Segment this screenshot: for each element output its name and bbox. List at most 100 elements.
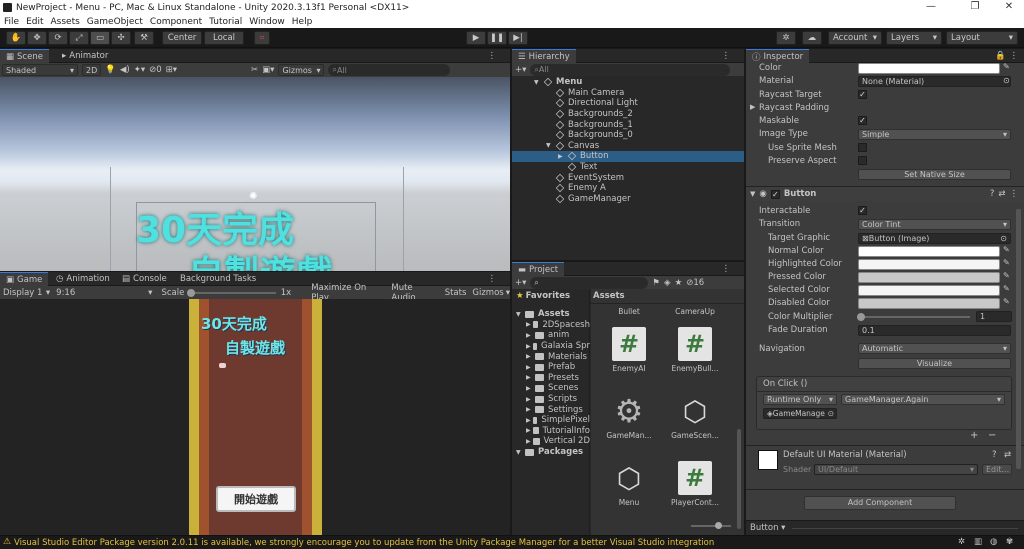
gizmos-dropdown[interactable]: Gizmos ▾ — [278, 64, 325, 76]
transition-dropdown[interactable]: Color Tint ▾ — [858, 219, 1011, 230]
eyedropper-icon[interactable]: ✎ — [1003, 62, 1010, 71]
hierarchy-item[interactable]: GameManager — [512, 194, 744, 205]
filter-type-icon[interactable]: ⚑ — [652, 278, 660, 288]
chevron-down-icon[interactable]: ▼ — [516, 311, 523, 318]
add-icon[interactable]: +▾ — [515, 278, 526, 288]
eyedropper-icon[interactable]: ✎ — [1003, 284, 1010, 293]
hand-tool-icon[interactable]: ✋ — [6, 31, 26, 45]
chevron-down-icon[interactable]: ▼ — [534, 79, 542, 86]
layout-dropdown[interactable]: Layout ▾ — [946, 31, 1018, 45]
game-gizmos-dropdown[interactable]: Gizmos — [472, 288, 503, 298]
stats-toggle[interactable]: Stats — [445, 288, 467, 298]
add-event-button[interactable]: + — [970, 430, 978, 441]
step-icon[interactable]: ▶| — [508, 31, 528, 45]
light-icon[interactable]: 💡 — [105, 65, 116, 75]
interactable-checkbox[interactable]: ✓ — [858, 206, 867, 215]
button-component-header[interactable]: ▼ ◉ ✓ Button ? ⇄ ⋮ — [746, 187, 1024, 201]
preserve-aspect-checkbox[interactable] — [858, 156, 867, 165]
eyedropper-icon[interactable]: ✎ — [1003, 297, 1010, 306]
minimize-button[interactable]: — — [916, 1, 946, 12]
close-button[interactable]: ✕ — [994, 1, 1024, 12]
edit-shader-button[interactable]: Edit... — [982, 464, 1012, 475]
audio-icon[interactable]: ◀) — [120, 65, 130, 75]
tab-scene[interactable]: ▦ Scene — [0, 49, 49, 63]
chevron-right-icon[interactable]: ▶ — [526, 343, 531, 350]
progress-icon[interactable]: ✲ — [958, 537, 965, 547]
game-viewport[interactable]: 30天完成 自製遊戲 開始遊戲 — [0, 299, 510, 535]
scene-viewport[interactable]: 30天完成 自製遊戲 ✺ — [0, 77, 510, 271]
runtime-dropdown[interactable]: Runtime Only ▾ — [763, 394, 837, 405]
chevron-right-icon[interactable]: ▶ — [526, 438, 531, 445]
chevron-right-icon[interactable]: ▶ — [558, 153, 566, 160]
menu-component[interactable]: Component — [150, 17, 202, 27]
tab-console[interactable]: ▤ Console — [116, 272, 173, 286]
display-dropdown[interactable]: Display 1 ▾ — [0, 288, 53, 298]
event-target-field[interactable]: ◈GameManage ⊙ — [763, 408, 837, 419]
asset-scrollbar[interactable] — [737, 429, 741, 529]
filter-label-icon[interactable]: ◈ — [664, 278, 671, 288]
visualize-button[interactable]: Visualize — [858, 358, 1011, 369]
add-icon[interactable]: +▾ — [515, 65, 526, 75]
shading-dropdown[interactable]: Shaded ▾ — [2, 64, 78, 76]
use-sprite-mesh-checkbox[interactable] — [858, 143, 867, 152]
asset-bullet[interactable]: Bullet — [601, 307, 657, 316]
project-folder-item[interactable]: ▼ Assets — [512, 309, 590, 320]
camera-icon[interactable]: ▣▾ — [262, 65, 274, 75]
tab-animator[interactable]: ▸ Animator — [56, 49, 114, 63]
function-dropdown[interactable]: GameManager.Again ▾ — [841, 394, 1005, 405]
preset-icon[interactable]: ⇄ — [998, 189, 1005, 199]
chevron-right-icon[interactable]: ▶ — [526, 396, 533, 403]
asset-cameraup[interactable]: CameraUp — [667, 307, 723, 316]
cache-icon[interactable]: ▥ — [974, 537, 982, 547]
chevron-right-icon[interactable]: ▶ — [526, 321, 531, 328]
color-multiplier-slider[interactable] — [860, 316, 970, 318]
rotate-tool-icon[interactable]: ⟳ — [48, 31, 68, 45]
project-folder-item[interactable]: ▶ Materials — [512, 351, 590, 362]
hierarchy-item[interactable]: EventSystem — [512, 172, 744, 183]
color-multiplier-value[interactable]: 1 — [976, 311, 1012, 322]
hierarchy-item[interactable]: ▶ Button — [512, 151, 744, 162]
project-folder-item[interactable]: ▼ Packages — [512, 447, 590, 458]
help-icon[interactable]: ? — [990, 189, 995, 199]
move-tool-icon[interactable]: ✥ — [27, 31, 47, 45]
menu-assets[interactable]: Assets — [51, 17, 80, 27]
tab-hierarchy[interactable]: ☰ Hierarchy — [512, 49, 576, 63]
aspect-dropdown[interactable]: 9:16 ▾ — [53, 288, 155, 298]
zoom-slider[interactable] — [691, 525, 731, 527]
chevron-down-icon[interactable]: ▼ — [546, 142, 554, 149]
selected-color-field[interactable] — [858, 285, 1000, 296]
eyedropper-icon[interactable]: ✎ — [1003, 245, 1010, 254]
hierarchy-item[interactable]: Directional Light — [512, 98, 744, 109]
eyedropper-icon[interactable]: ✎ — [1003, 271, 1010, 280]
custom-tool-icon[interactable]: ⚒ — [134, 31, 154, 45]
menu-window[interactable]: Window — [249, 17, 285, 27]
chevron-right-icon[interactable]: ▶ — [526, 385, 533, 392]
status-message[interactable]: Visual Studio Editor Package version 2.0… — [14, 538, 714, 548]
disabled-color-field[interactable] — [858, 298, 1000, 309]
pressed-color-field[interactable] — [858, 272, 1000, 283]
tab-project[interactable]: ▬ Project — [512, 262, 565, 276]
component-menu-icon[interactable]: ⋮ — [1010, 189, 1019, 199]
image-type-dropdown[interactable]: Simple ▾ — [858, 129, 1011, 140]
project-folder-item[interactable]: ▶ Scripts — [512, 394, 590, 405]
tab-inspector[interactable]: ⓘ Inspector — [746, 49, 810, 63]
fade-duration-input[interactable]: 0.1 — [858, 325, 1011, 336]
chevron-right-icon[interactable]: ▶ — [526, 364, 533, 371]
tab-background-tasks[interactable]: Background Tasks — [174, 272, 262, 286]
hidden-objects-icon[interactable]: ⊘0 — [149, 65, 162, 75]
scene-search-input[interactable]: ⌕ All — [328, 64, 451, 76]
favorite-icon[interactable]: ★ — [675, 278, 683, 288]
panel-menu-icon[interactable]: ⋮ — [722, 264, 731, 274]
cloud-icon[interactable]: ☁ — [802, 31, 822, 45]
asset-item[interactable]: # EnemyAI — [601, 327, 657, 373]
chevron-right-icon[interactable]: ▶ — [526, 427, 531, 434]
navigation-dropdown[interactable]: Automatic ▾ — [858, 343, 1011, 354]
hierarchy-item[interactable]: ▼ Canvas — [512, 141, 744, 152]
menu-gameobject[interactable]: GameObject — [87, 17, 143, 27]
hidden-packages-icon[interactable]: ⊘16 — [686, 278, 704, 288]
target-graphic-field[interactable]: ⊠Button (Image) ⊙ — [858, 233, 1011, 244]
settings-icon[interactable]: ✾ — [1006, 537, 1013, 547]
hierarchy-item[interactable]: Main Camera — [512, 88, 744, 99]
collab-icon[interactable]: ✲ — [776, 31, 796, 45]
grid-icon[interactable]: ⊞▾ — [166, 65, 177, 75]
